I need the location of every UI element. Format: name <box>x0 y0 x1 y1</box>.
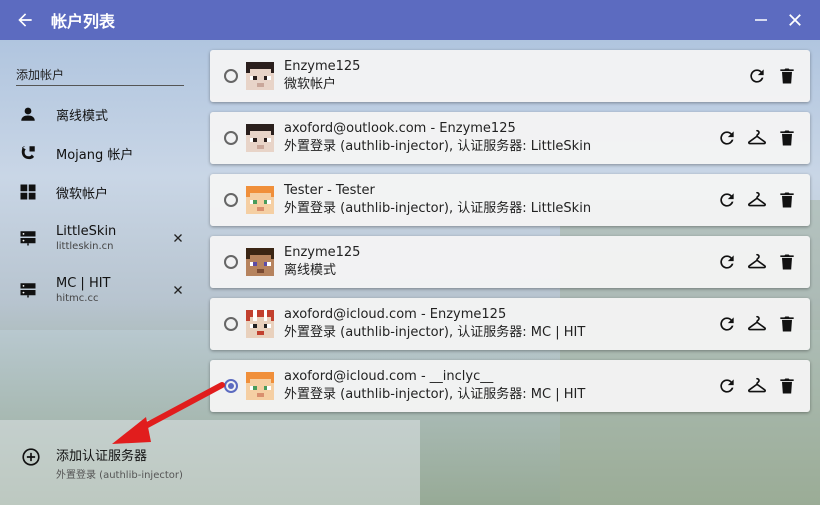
avatar <box>246 62 274 90</box>
avatar <box>246 124 274 152</box>
refresh-icon[interactable] <box>716 375 738 397</box>
account-card[interactable]: axoford@icloud.com - Enzyme125 外置登录 (auth… <box>210 298 810 350</box>
account-type: 外置登录 (authlib-injector), 认证服务器: MC | HIT <box>284 325 586 340</box>
delete-icon[interactable] <box>776 127 798 149</box>
account-card[interactable]: Enzyme125 微软帐户 <box>210 50 810 102</box>
minimize-icon[interactable] <box>752 11 770 29</box>
sidebar-item-label: 离线模式 <box>56 108 109 124</box>
account-type: 离线模式 <box>284 263 337 278</box>
sidebar-item-label: Mojang 帐户 <box>56 147 134 163</box>
skin-hanger-icon[interactable] <box>746 313 768 335</box>
skin-hanger-icon[interactable] <box>746 375 768 397</box>
sidebar: 添加帐户 离线模式 Mojang 帐户 微软帐户 LittleSkin litt… <box>0 40 200 505</box>
account-radio[interactable] <box>224 379 238 393</box>
add-auth-server-button[interactable]: 添加认证服务器 外置登录 (authlib-injector) <box>20 445 183 481</box>
refresh-icon[interactable] <box>716 251 738 273</box>
server-icon <box>16 278 40 302</box>
refresh-icon[interactable] <box>746 65 768 87</box>
account-type: 外置登录 (authlib-injector), 认证服务器: LittleSk… <box>284 139 592 154</box>
account-card[interactable]: Enzyme125 离线模式 <box>210 236 810 288</box>
account-name: axoford@icloud.com - __inclyc__ <box>284 369 494 384</box>
add-circle-icon <box>22 448 40 466</box>
account-radio[interactable] <box>224 131 238 145</box>
account-radio[interactable] <box>224 255 238 269</box>
remove-server-icon[interactable] <box>172 232 184 244</box>
person-icon <box>16 102 40 126</box>
delete-icon[interactable] <box>776 375 798 397</box>
back-arrow-icon[interactable] <box>15 10 35 30</box>
sidebar-item-label: MC | HIT <box>56 276 111 291</box>
delete-icon[interactable] <box>776 65 798 87</box>
account-name: axoford@icloud.com - Enzyme125 <box>284 307 507 322</box>
sidebar-item-sublabel: littleskin.cn <box>56 241 114 252</box>
account-card[interactable]: axoford@icloud.com - __inclyc__ 外置登录 (aut… <box>210 360 810 412</box>
delete-icon[interactable] <box>776 189 798 211</box>
refresh-icon[interactable] <box>716 313 738 335</box>
sidebar-item-microsoft[interactable]: 微软帐户 <box>16 174 192 210</box>
account-type: 外置登录 (authlib-injector), 认证服务器: LittleSk… <box>284 201 592 216</box>
account-radio[interactable] <box>224 193 238 207</box>
avatar <box>246 310 274 338</box>
window-title: 帐户列表 <box>51 12 116 31</box>
sidebar-item-offline[interactable]: 离线模式 <box>16 96 192 132</box>
account-card[interactable]: axoford@outlook.com - Enzyme125 外置登录 (aut… <box>210 112 810 164</box>
sidebar-item-label: LittleSkin <box>56 224 117 239</box>
title-bar: 帐户列表 <box>0 0 820 40</box>
add-server-sublabel: 外置登录 (authlib-injector) <box>56 470 183 481</box>
account-name: Tester - Tester <box>284 183 375 198</box>
account-radio[interactable] <box>224 69 238 83</box>
account-name: Enzyme125 <box>284 245 361 260</box>
refresh-icon[interactable] <box>716 127 738 149</box>
skin-hanger-icon[interactable] <box>746 251 768 273</box>
account-card[interactable]: Tester - Tester 外置登录 (authlib-injector), … <box>210 174 810 226</box>
account-name: Enzyme125 <box>284 59 361 74</box>
sidebar-item-sublabel: hitmc.cc <box>56 293 99 304</box>
remove-server-icon[interactable] <box>172 284 184 296</box>
server-icon <box>16 226 40 250</box>
sidebar-item-littleskin[interactable]: LittleSkin littleskin.cn <box>16 220 192 256</box>
sidebar-item-mojang[interactable]: Mojang 帐户 <box>16 135 192 171</box>
close-icon[interactable] <box>786 11 804 29</box>
account-type: 微软帐户 <box>284 77 337 92</box>
skin-hanger-icon[interactable] <box>746 127 768 149</box>
skin-hanger-icon[interactable] <box>746 189 768 211</box>
mojang-icon <box>16 141 40 165</box>
delete-icon[interactable] <box>776 313 798 335</box>
account-type: 外置登录 (authlib-injector), 认证服务器: MC | HIT <box>284 387 586 402</box>
delete-icon[interactable] <box>776 251 798 273</box>
avatar <box>246 248 274 276</box>
account-radio[interactable] <box>224 317 238 331</box>
add-server-label: 添加认证服务器 <box>56 449 148 464</box>
avatar <box>246 372 274 400</box>
sidebar-header: 添加帐户 <box>16 66 184 86</box>
refresh-icon[interactable] <box>716 189 738 211</box>
microsoft-icon <box>16 180 40 204</box>
account-name: axoford@outlook.com - Enzyme125 <box>284 121 516 136</box>
sidebar-item-mchit[interactable]: MC | HIT hitmc.cc <box>16 272 192 308</box>
avatar <box>246 186 274 214</box>
sidebar-item-label: 微软帐户 <box>56 186 109 202</box>
